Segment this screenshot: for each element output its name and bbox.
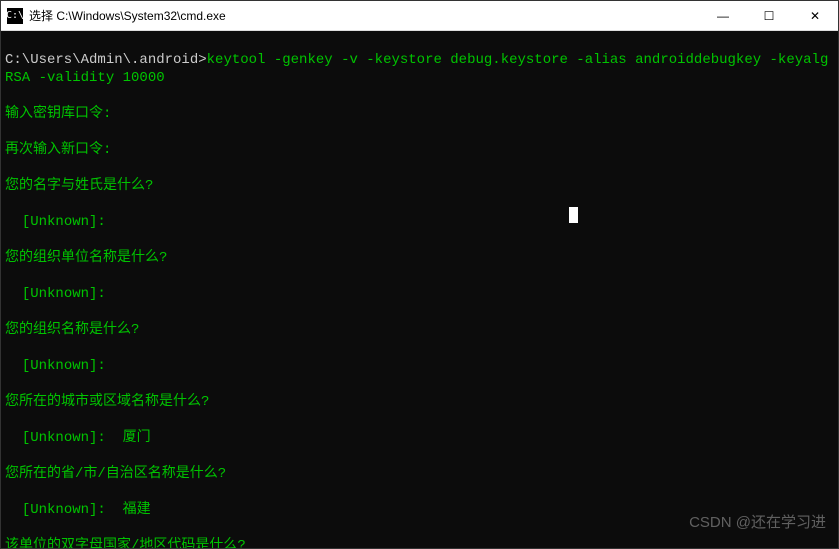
output-line: [Unknown]: [5, 285, 834, 303]
output-line: 该单位的双字母国家/地区代码是什么? [5, 537, 834, 548]
window-controls: — ☐ ✕ [700, 1, 838, 30]
terminal-output[interactable]: C:\Users\Admin\.android>keytool -genkey … [1, 31, 838, 548]
output-line: 您所在的省/市/自治区名称是什么? [5, 465, 834, 483]
minimize-button[interactable]: — [700, 1, 746, 30]
titlebar: C:\ 选择 C:\Windows\System32\cmd.exe — ☐ ✕ [1, 1, 838, 31]
output-line: 您的组织单位名称是什么? [5, 249, 834, 267]
output-line: [Unknown]: [5, 213, 834, 231]
cmd-window: C:\ 选择 C:\Windows\System32\cmd.exe — ☐ ✕… [0, 0, 839, 549]
output-line: 您的组织名称是什么? [5, 321, 834, 339]
output-line: 您的名字与姓氏是什么? [5, 177, 834, 195]
app-icon: C:\ [7, 8, 23, 24]
text-cursor [569, 207, 578, 223]
output-line: 您所在的城市或区域名称是什么? [5, 393, 834, 411]
output-line: 输入密钥库口令: [5, 105, 834, 123]
output-line: [Unknown]: 厦门 [5, 429, 834, 447]
window-title: 选择 C:\Windows\System32\cmd.exe [29, 7, 700, 24]
output-line: [Unknown]: 福建 [5, 501, 834, 519]
output-line: [Unknown]: [5, 357, 834, 375]
prompt-path: C:\Users\Admin\.android> [5, 52, 207, 68]
close-button[interactable]: ✕ [792, 1, 838, 30]
maximize-button[interactable]: ☐ [746, 1, 792, 30]
output-line: 再次输入新口令: [5, 141, 834, 159]
